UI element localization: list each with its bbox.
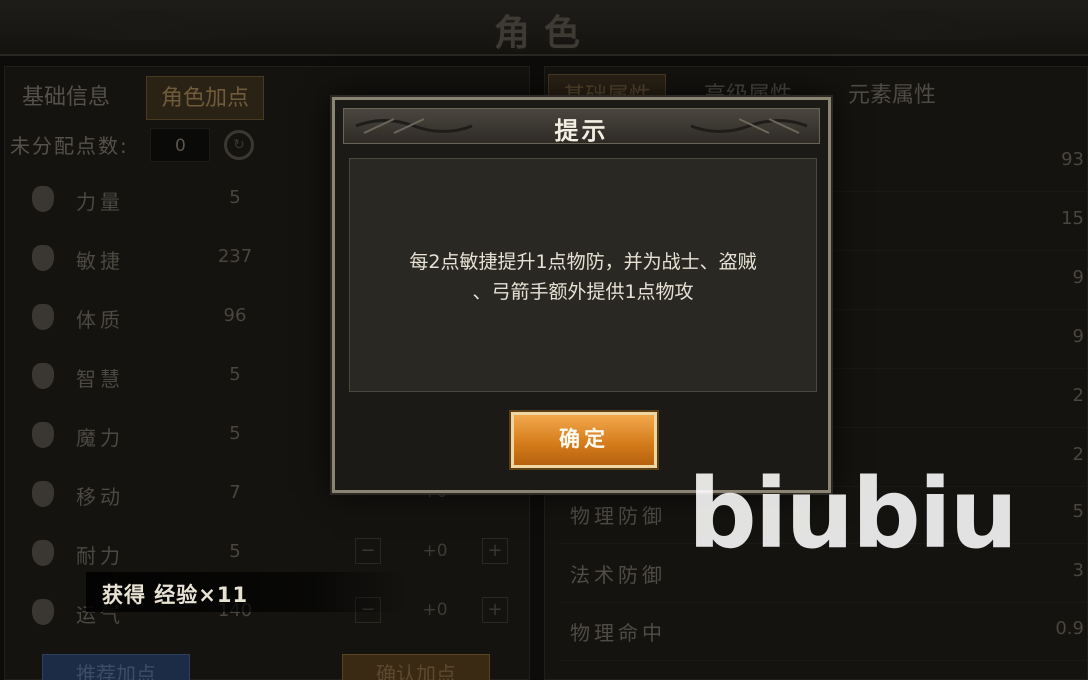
- stat-value: 5: [229, 364, 241, 385]
- window-title: 角色: [493, 13, 594, 54]
- derived-stat-name: 物理防御: [570, 504, 666, 528]
- wisdom-icon: [32, 363, 54, 389]
- movement-icon: [32, 481, 54, 507]
- exp-gain-text: 获得 经验×11: [102, 583, 249, 607]
- derived-stat-value: 93: [1061, 149, 1084, 170]
- watermark-logo: biubiu: [688, 458, 1018, 570]
- agility-icon: [32, 245, 54, 271]
- derived-stat-value: 3: [1072, 560, 1084, 581]
- dialog-title: 提示: [554, 117, 609, 145]
- stat-value: 237: [217, 246, 253, 267]
- stat-delta: +0: [422, 541, 448, 561]
- stat-name: 耐力: [76, 544, 124, 568]
- stamina-icon: [32, 540, 54, 566]
- luck-icon: [32, 599, 54, 625]
- dialog-message: 每2点敏捷提升1点物防，并为战士、盗贼 、弓箭手额外提供1点物攻: [358, 247, 808, 307]
- stat-delta: +0: [422, 600, 448, 620]
- derived-stat-row-physical-hit: 物理命中 0.9: [560, 605, 1088, 661]
- stat-value: 5: [229, 423, 241, 444]
- recommend-points-button[interactable]: 推荐加点: [42, 654, 190, 680]
- tab-element-attributes[interactable]: 元素属性: [834, 74, 950, 118]
- stat-name: 敏捷: [76, 249, 124, 273]
- dialog-header: 提示: [343, 108, 820, 145]
- derived-stat-value: 0.9: [1055, 618, 1084, 639]
- derived-stat-value: 2: [1072, 444, 1084, 465]
- derived-stat-name: 物理命中: [570, 621, 666, 645]
- dialog-body: 每2点敏捷提升1点物防，并为战士、盗贼 、弓箭手额外提供1点物攻: [349, 158, 817, 392]
- stat-name: 智慧: [76, 367, 124, 391]
- dialog-message-line-1: 每2点敏捷提升1点物防，并为战士、盗贼: [409, 251, 757, 273]
- tip-dialog: 提示 每2点敏捷提升1点物防，并为战士、盗贼 、弓箭手额外提供1点物攻 确定: [332, 97, 831, 493]
- decrease-button[interactable]: −: [355, 538, 381, 564]
- unallocated-points-label: 未分配点数:: [10, 134, 129, 158]
- derived-stat-name: 法术防御: [570, 563, 666, 587]
- increase-button[interactable]: +: [482, 538, 508, 564]
- tab-attribute-points[interactable]: 角色加点: [146, 76, 265, 120]
- stat-name: 移动: [76, 485, 124, 509]
- strength-icon: [32, 186, 54, 212]
- derived-stat-value: 9: [1072, 267, 1084, 288]
- stat-value: 96: [223, 305, 247, 326]
- derived-stat-value: 9: [1072, 326, 1084, 347]
- stat-name: 魔力: [76, 426, 124, 450]
- ok-button[interactable]: 确定: [511, 412, 657, 468]
- tab-basic-info[interactable]: 基础信息: [8, 76, 124, 120]
- magic-icon: [32, 422, 54, 448]
- dialog-message-line-2: 、弓箭手额外提供1点物攻: [472, 281, 694, 303]
- reset-points-icon[interactable]: ↻: [224, 130, 254, 160]
- constitution-icon: [32, 304, 54, 330]
- derived-stat-value: 15: [1061, 208, 1084, 229]
- stat-name: 力量: [76, 190, 124, 214]
- derived-stat-value: 5: [1072, 501, 1084, 522]
- increase-button[interactable]: +: [482, 597, 508, 623]
- stat-value: 7: [229, 482, 241, 503]
- title-bar: 角色: [0, 0, 1088, 56]
- unallocated-points-value: 0: [150, 128, 210, 162]
- derived-stat-value: 2: [1072, 385, 1084, 406]
- stat-name: 体质: [76, 308, 124, 332]
- stat-value: 5: [229, 541, 241, 562]
- confirm-points-button[interactable]: 确认加点: [342, 654, 490, 680]
- exp-gain-toast: 获得 经验×11: [86, 572, 406, 612]
- stat-value: 5: [229, 187, 241, 208]
